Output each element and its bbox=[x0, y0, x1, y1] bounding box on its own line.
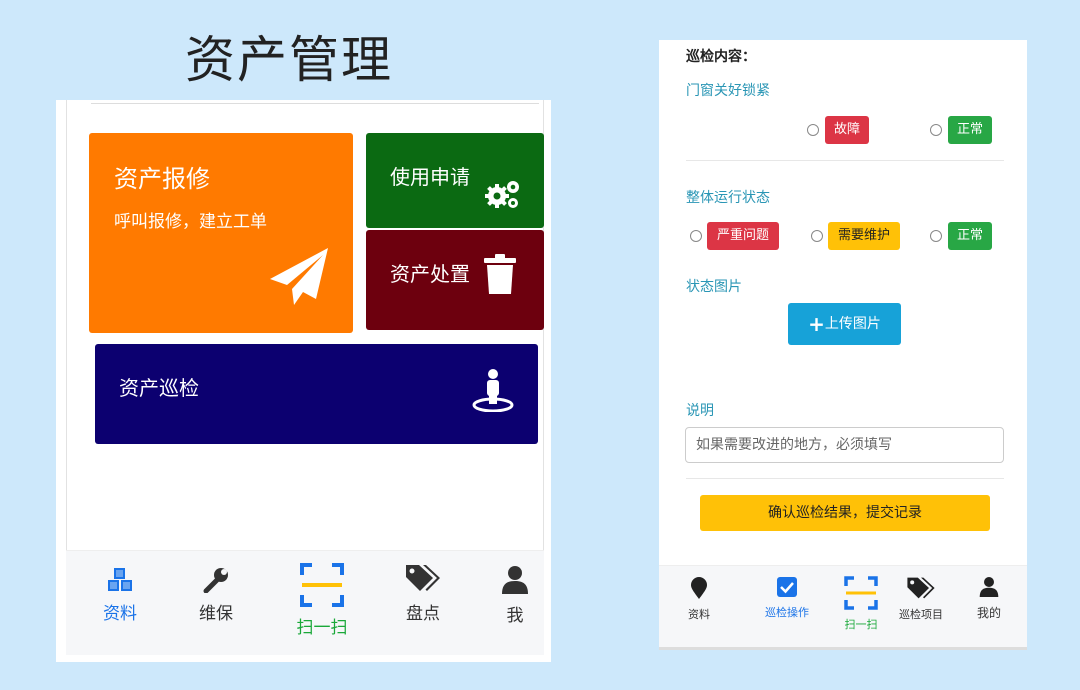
asset-repair-tile[interactable]: 资产报修 呼叫报修，建立工单 bbox=[89, 133, 353, 333]
tab-scan[interactable]: 扫一扫 bbox=[829, 576, 893, 632]
gears-icon bbox=[485, 181, 519, 208]
checkbox-icon bbox=[777, 577, 797, 597]
radio-overall-severe[interactable] bbox=[690, 230, 702, 242]
status-photo-label: 状态图片 bbox=[686, 279, 742, 295]
trash-icon bbox=[484, 254, 516, 294]
item-overall-status-label: 整体运行状态 bbox=[686, 190, 770, 206]
page-heading: 资产管理 bbox=[185, 31, 393, 89]
map-marker-icon bbox=[691, 577, 707, 599]
right-phone-screen: 巡检内容： 门窗关好锁紧 故障 正常 整体运行状态 严重问题 需要维护 正常 状… bbox=[659, 40, 1027, 650]
user-icon bbox=[979, 577, 999, 597]
user-icon bbox=[502, 566, 528, 594]
left-bottom-tab-bar: 资料 维保 扫一扫 盘点 我 bbox=[66, 550, 544, 655]
radio-overall-maintenance[interactable] bbox=[811, 230, 823, 242]
cubes-icon bbox=[108, 568, 132, 591]
tab-inspection-items[interactable]: 巡检项目 bbox=[889, 576, 953, 622]
right-bottom-tab-bar: 资料 巡检操作 扫一扫 巡检项目 我的 bbox=[659, 565, 1027, 650]
tab-me-label: 我 bbox=[506, 606, 524, 626]
tab-materials[interactable]: 资料 bbox=[85, 567, 155, 624]
tab-maintenance[interactable]: 维保 bbox=[181, 567, 251, 624]
top-bar-edge bbox=[91, 100, 539, 104]
badge-overall-severe: 严重问题 bbox=[707, 222, 779, 250]
description-label: 说明 bbox=[686, 403, 714, 419]
tab-stocktake-label: 盘点 bbox=[406, 604, 440, 624]
item-door-window-label: 门窗关好锁紧 bbox=[686, 83, 770, 99]
divider bbox=[686, 478, 1004, 479]
badge-overall-maintenance: 需要维护 bbox=[828, 222, 900, 250]
wrench-icon bbox=[203, 568, 228, 593]
asset-inspection-tile[interactable]: 资产巡检 bbox=[95, 344, 538, 444]
tab-inspection-operation-label: 巡检操作 bbox=[765, 606, 809, 619]
tags-icon bbox=[907, 577, 935, 599]
tab-stocktake[interactable]: 盘点 bbox=[388, 563, 458, 624]
usage-request-tile[interactable]: 使用申请 bbox=[366, 133, 544, 228]
asset-repair-title: 资产报修 bbox=[114, 165, 210, 193]
asset-disposal-tile[interactable]: 资产处置 bbox=[366, 230, 544, 330]
confirm-submit-button[interactable]: 确认巡检结果，提交记录 bbox=[700, 495, 990, 531]
tab-maintenance-label: 维保 bbox=[199, 604, 233, 624]
upload-photo-button[interactable]: +上传图片 bbox=[788, 303, 901, 345]
asset-inspection-title: 资产巡检 bbox=[119, 376, 199, 400]
bottom-edge bbox=[659, 647, 1027, 650]
tab-scan-label: 扫一扫 bbox=[844, 618, 878, 631]
tab-scan-label: 扫一扫 bbox=[296, 618, 348, 638]
tab-scan[interactable]: 扫一扫 bbox=[287, 563, 357, 638]
tab-materials[interactable]: 资料 bbox=[667, 576, 731, 622]
tab-me[interactable]: 我 bbox=[480, 565, 550, 626]
left-phone-screen: 资产报修 呼叫报修，建立工单 使用申请 资产处置 资产巡检 资料 维保 扫一扫 … bbox=[56, 100, 551, 662]
street-view-icon bbox=[472, 369, 514, 412]
description-input[interactable] bbox=[685, 427, 1004, 463]
scan-icon bbox=[844, 576, 878, 610]
divider bbox=[686, 160, 1004, 161]
asset-repair-subtitle: 呼叫报修，建立工单 bbox=[114, 212, 267, 232]
tab-mine-label: 我的 bbox=[976, 606, 1001, 620]
scan-icon bbox=[300, 563, 344, 607]
tab-inspection-items-label: 巡检项目 bbox=[899, 608, 943, 621]
badge-door-normal: 正常 bbox=[948, 116, 992, 144]
asset-disposal-title: 资产处置 bbox=[390, 262, 470, 286]
tab-materials-label: 资料 bbox=[688, 608, 710, 621]
tab-mine[interactable]: 我的 bbox=[957, 576, 1021, 621]
usage-request-title: 使用申请 bbox=[390, 165, 470, 189]
paper-plane-icon bbox=[270, 248, 328, 305]
badge-overall-normal: 正常 bbox=[948, 222, 992, 250]
plus-icon: + bbox=[808, 312, 825, 336]
radio-overall-normal[interactable] bbox=[930, 230, 942, 242]
radio-door-fault[interactable] bbox=[807, 124, 819, 136]
inspection-content-title: 巡检内容： bbox=[686, 49, 756, 65]
tab-inspection-operation[interactable]: 巡检操作 bbox=[755, 576, 819, 620]
radio-door-normal[interactable] bbox=[930, 124, 942, 136]
tags-icon bbox=[406, 565, 440, 591]
badge-door-fault: 故障 bbox=[825, 116, 869, 144]
upload-photo-label: 上传图片 bbox=[824, 316, 881, 332]
tab-materials-label: 资料 bbox=[103, 604, 137, 624]
